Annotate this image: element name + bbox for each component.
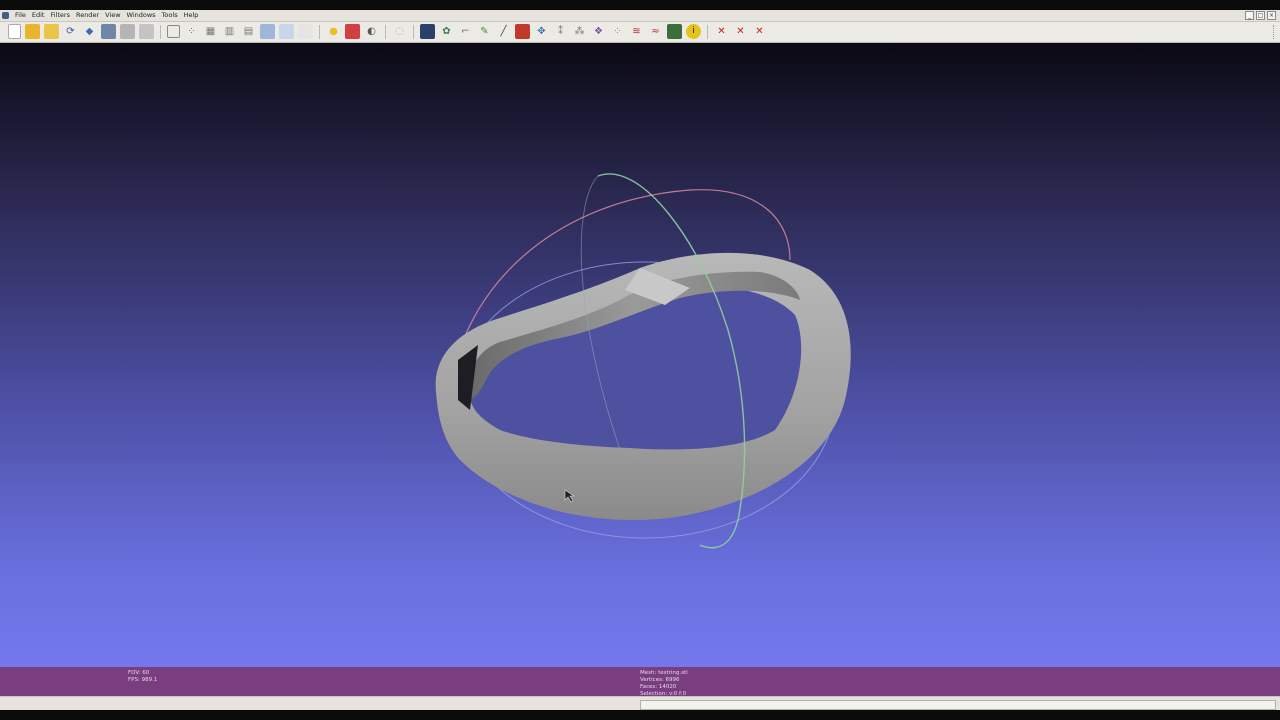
- mesh-scene: [435, 173, 851, 549]
- app-icon: [2, 12, 9, 19]
- minimize-button[interactable]: _: [1245, 11, 1254, 20]
- color-per-face-icon[interactable]: ◌: [392, 24, 407, 39]
- toolbar-handle[interactable]: [1273, 25, 1278, 39]
- fancy-light-icon[interactable]: ◐: [364, 24, 379, 39]
- shader-icon[interactable]: [420, 24, 435, 39]
- maximize-button[interactable]: □: [1256, 11, 1265, 20]
- new-project-icon[interactable]: [8, 24, 21, 39]
- light-icon[interactable]: ●: [326, 24, 341, 39]
- toolbar-separator: [385, 24, 386, 39]
- edit-icon[interactable]: ⁘: [610, 24, 625, 39]
- save-icon[interactable]: ◆: [82, 24, 97, 39]
- toolbar-separator: [413, 24, 414, 39]
- bbox-icon[interactable]: [167, 25, 180, 38]
- rasterize-icon[interactable]: ≋: [629, 24, 644, 39]
- measure-icon[interactable]: ✿: [439, 24, 454, 39]
- wireframe-icon[interactable]: ▦: [203, 24, 218, 39]
- progress-bar: [640, 700, 1276, 710]
- select-vertices-icon[interactable]: ⁂: [572, 24, 587, 39]
- screen-bottom: [0, 710, 1280, 720]
- print-icon[interactable]: [139, 24, 154, 39]
- brush-icon[interactable]: ✎: [477, 24, 492, 39]
- toolbar-separator: [707, 24, 708, 39]
- help-icon[interactable]: i: [686, 24, 701, 39]
- select-connected-icon[interactable]: ❖: [591, 24, 606, 39]
- menu-edit[interactable]: Edit: [29, 10, 48, 21]
- faces-label: Faces: 14020: [640, 684, 677, 690]
- menu-render[interactable]: Render: [73, 10, 102, 21]
- toolbar-separator: [160, 24, 161, 39]
- render-icon[interactable]: [667, 24, 682, 39]
- points-icon[interactable]: ⁘: [184, 24, 199, 39]
- open-mesh-icon[interactable]: [44, 24, 59, 39]
- menu-bar: File Edit Filters Render View Windows To…: [0, 10, 1280, 22]
- move-icon[interactable]: ✥: [534, 24, 549, 39]
- delete-selection-icon[interactable]: ✕: [752, 24, 767, 39]
- title-bar: [0, 0, 1280, 10]
- pick-points-icon[interactable]: ╱: [496, 24, 511, 39]
- menu-tools[interactable]: Tools: [159, 10, 181, 21]
- layers-icon[interactable]: [120, 24, 135, 39]
- menu-filters[interactable]: Filters: [47, 10, 72, 21]
- double-side-icon[interactable]: [345, 24, 360, 39]
- menu-help[interactable]: Help: [181, 10, 202, 21]
- reload-icon[interactable]: ⟳: [63, 24, 78, 39]
- delete-faces-icon[interactable]: ✕: [714, 24, 729, 39]
- smooth-icon[interactable]: [279, 24, 294, 39]
- 3d-viewport[interactable]: [0, 43, 1280, 667]
- flat-lines-icon[interactable]: ▤: [241, 24, 256, 39]
- hidden-lines-icon[interactable]: ▥: [222, 24, 237, 39]
- mesh-name-label: Mesh: testring.stl: [640, 670, 688, 676]
- vertices-label: Vertices: 6996: [640, 677, 680, 683]
- select-faces-icon[interactable]: ⁑: [553, 24, 568, 39]
- snapshot-icon[interactable]: [101, 24, 116, 39]
- fov-label: FOV: 60: [128, 670, 150, 676]
- info-icon[interactable]: ≈: [648, 24, 663, 39]
- paint-icon[interactable]: ⌐: [458, 24, 473, 39]
- fps-label: FPS: 989.1: [128, 677, 158, 683]
- close-button[interactable]: ×: [1267, 11, 1276, 20]
- menu-windows[interactable]: Windows: [124, 10, 159, 21]
- info-panel: FOV: 60 FPS: 989.1 Mesh: testring.stl Ve…: [0, 667, 1280, 696]
- texture-icon[interactable]: [298, 24, 313, 39]
- menu-view[interactable]: View: [102, 10, 123, 21]
- flat-icon[interactable]: [260, 24, 275, 39]
- delete-vertices-icon[interactable]: ✕: [733, 24, 748, 39]
- align-icon[interactable]: [515, 24, 530, 39]
- menu-file[interactable]: File: [12, 10, 29, 21]
- status-bar: [0, 696, 1280, 711]
- open-project-icon[interactable]: [25, 24, 40, 39]
- toolbar-separator: [319, 24, 320, 39]
- main-toolbar: ⟳ ◆ ⁘ ▦ ▥ ▤ ● ◐ ◌ ✿ ⌐ ✎ ╱ ✥ ⁑ ⁂ ❖ ⁘ ≋ ≈ …: [0, 22, 1280, 43]
